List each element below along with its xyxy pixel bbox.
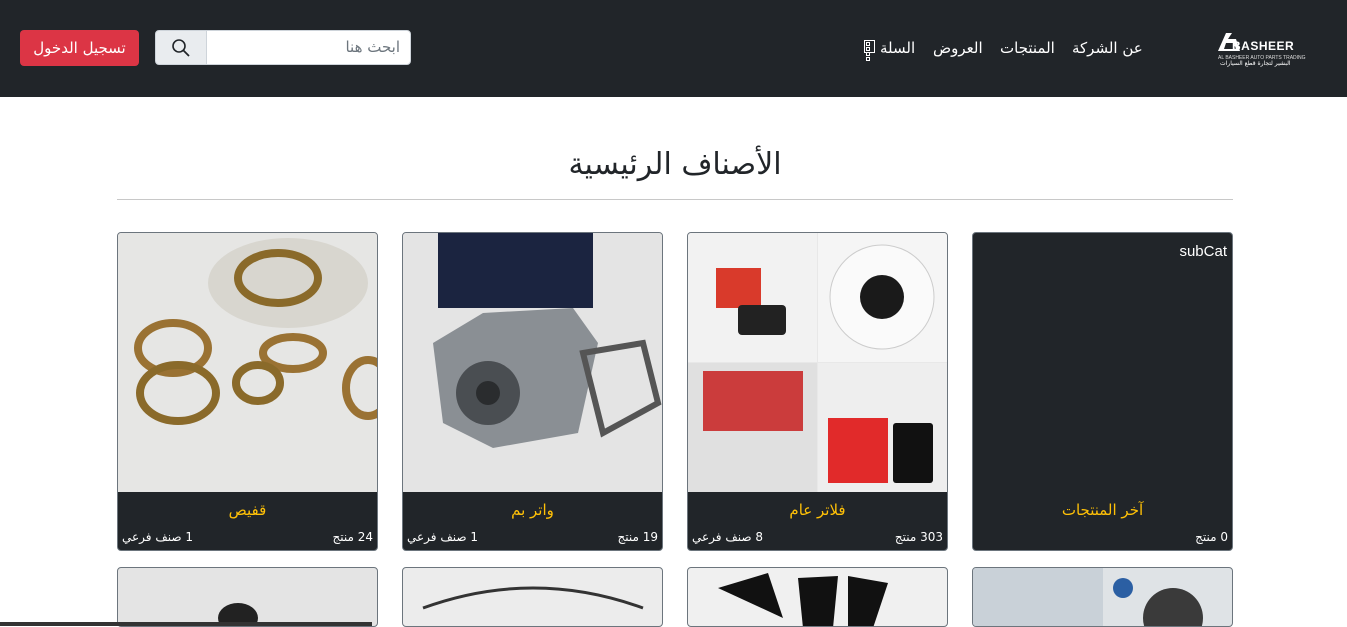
product-count: 24 منتج (332, 530, 373, 544)
category-name[interactable]: فلاتر عام (688, 500, 947, 520)
category-image[interactable] (403, 233, 662, 492)
login-button[interactable]: تسجيل الدخول (20, 30, 139, 66)
product-count: 19 منتج (617, 530, 658, 544)
category-name[interactable]: واتر بم (403, 500, 662, 520)
navbar: BASHEER AL BASHEER AUTO PARTS TRADING ال… (0, 0, 1347, 97)
category-card[interactable] (687, 567, 948, 627)
logo-tagline-ar: البشير لتجارة قطع السيارات (1220, 60, 1291, 67)
nav-offers[interactable]: العروض (933, 38, 983, 58)
subcat-badge: subCat (1179, 243, 1227, 260)
logo[interactable]: BASHEER AL BASHEER AUTO PARTS TRADING ال… (1214, 27, 1306, 69)
subcategory-count: 1 صنف فرعي (122, 530, 194, 544)
nav-products[interactable]: المنتجات (1000, 38, 1055, 58)
search-bar: ابحث هنا (155, 30, 411, 65)
category-image[interactable] (118, 233, 377, 492)
horizontal-scrollbar[interactable] (0, 622, 372, 626)
category-name[interactable]: قفيص (118, 500, 377, 520)
cart-icon[interactable] (864, 40, 875, 61)
subcategory-count: 1 صنف فرعي (407, 530, 479, 544)
search-icon (172, 38, 190, 57)
category-card[interactable] (402, 567, 663, 627)
category-card[interactable] (972, 567, 1233, 627)
category-card[interactable]: subCat آخر المنتجات 0 منتج (972, 232, 1233, 551)
search-input[interactable]: ابحث هنا (206, 30, 411, 65)
nav-about[interactable]: عن الشركة (1072, 38, 1143, 58)
subcategory-count: 8 صنف فرعي (692, 530, 764, 544)
category-image[interactable] (688, 233, 947, 492)
category-name[interactable]: آخر المنتجات (973, 500, 1232, 520)
search-button[interactable] (155, 30, 207, 65)
category-card[interactable]: فلاتر عام 303 منتج 8 صنف فرعي (687, 232, 948, 551)
nav-cart[interactable]: السلة (880, 38, 915, 58)
page-title: الأصناف الرئيسية (568, 147, 782, 182)
category-card[interactable]: قفيص 24 منتج 1 صنف فرعي (117, 232, 378, 551)
product-count: 0 منتج (1195, 530, 1228, 544)
product-count: 303 منتج (894, 530, 943, 544)
logo-brand: BASHEER (1232, 39, 1295, 53)
category-card[interactable] (117, 567, 378, 627)
category-card[interactable]: واتر بم 19 منتج 1 صنف فرعي (402, 232, 663, 551)
divider (117, 199, 1233, 200)
